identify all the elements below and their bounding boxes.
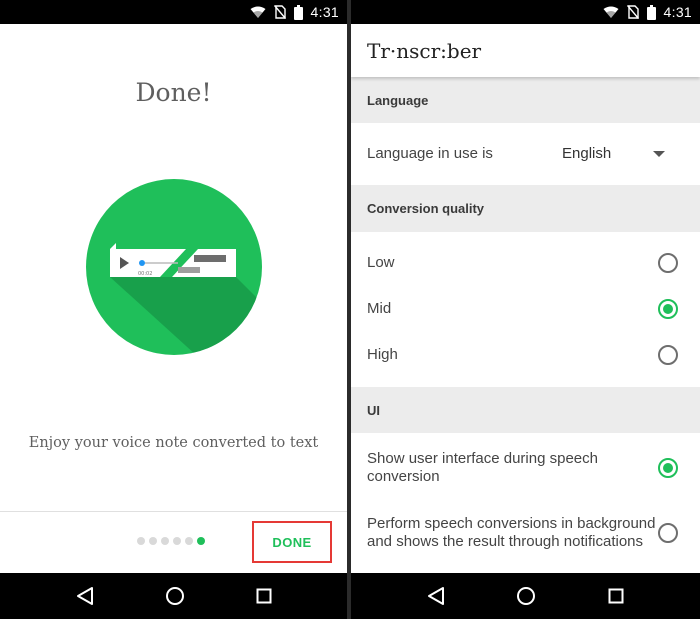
- page-dot: [173, 537, 181, 545]
- status-bar: 4:31: [0, 0, 347, 24]
- onboarding-screen: 4:31 Done! 00:02 Enjoy your voice note c…: [0, 0, 347, 619]
- page-indicator: [137, 537, 205, 545]
- ui-option-label: Perform speech conversions in background…: [367, 515, 656, 550]
- battery-icon: [293, 4, 303, 20]
- navigation-bar: [351, 573, 700, 619]
- language-label: Language in use is: [367, 145, 493, 162]
- no-sim-icon: [273, 5, 286, 19]
- app-title: Tr·nscr:ber: [367, 39, 482, 63]
- show-interface-radio[interactable]: [658, 458, 678, 478]
- quality-option-label: Low: [367, 254, 395, 271]
- quality-low-radio[interactable]: [658, 253, 678, 273]
- quality-option-label: Mid: [367, 300, 392, 317]
- section-header-ui: UI: [351, 387, 700, 433]
- home-icon[interactable]: [516, 586, 536, 606]
- quality-mid-radio[interactable]: [658, 299, 678, 319]
- page-dot: [149, 537, 157, 545]
- back-icon[interactable]: [427, 586, 445, 606]
- page-dot: [137, 537, 145, 545]
- language-select-value[interactable]: English: [562, 145, 611, 162]
- onboarding-title: Done!: [135, 78, 212, 107]
- wifi-icon: [603, 6, 619, 18]
- home-icon[interactable]: [165, 586, 185, 606]
- background-conversion-radio[interactable]: [658, 523, 678, 543]
- onboarding-caption: Enjoy your voice note converted to text: [28, 435, 319, 451]
- recents-icon[interactable]: [256, 588, 272, 604]
- status-time: 4:31: [663, 4, 692, 20]
- ui-option-label: Show user interface during speech conver…: [367, 450, 598, 485]
- no-sim-icon: [626, 5, 639, 19]
- quality-option-label: High: [367, 346, 398, 363]
- app-bar: Tr·nscr:ber: [351, 24, 700, 77]
- recents-icon[interactable]: [608, 588, 624, 604]
- quality-option-low[interactable]: Low: [351, 240, 700, 286]
- status-time: 4:31: [310, 4, 339, 20]
- dropdown-arrow-icon[interactable]: [653, 151, 665, 157]
- page-dot-active: [197, 537, 205, 545]
- voice-note-illustration: 00:02: [86, 179, 262, 355]
- quality-option-high[interactable]: High: [351, 332, 700, 378]
- illustration-timestamp: 00:02: [138, 271, 152, 277]
- ui-option-background-conversion[interactable]: Perform speech conversions in background…: [351, 505, 700, 561]
- section-header-language: Language: [351, 77, 700, 123]
- navigation-bar: [0, 573, 347, 619]
- page-dot: [185, 537, 193, 545]
- quality-option-mid[interactable]: Mid: [351, 286, 700, 332]
- settings-screen: 4:31 Tr·nscr:ber Language Language in us…: [351, 0, 700, 619]
- ui-option-show-interface[interactable]: Show user interface during speech conver…: [351, 445, 700, 491]
- footer-divider: [0, 511, 347, 512]
- language-row[interactable]: Language in use is English: [351, 123, 700, 185]
- wifi-icon: [250, 6, 266, 18]
- section-header-quality: Conversion quality: [351, 185, 700, 232]
- status-bar: 4:31: [351, 0, 700, 24]
- back-icon[interactable]: [76, 586, 94, 606]
- done-button[interactable]: DONE: [252, 521, 332, 563]
- quality-high-radio[interactable]: [658, 345, 678, 365]
- page-dot: [161, 537, 169, 545]
- battery-icon: [646, 4, 656, 20]
